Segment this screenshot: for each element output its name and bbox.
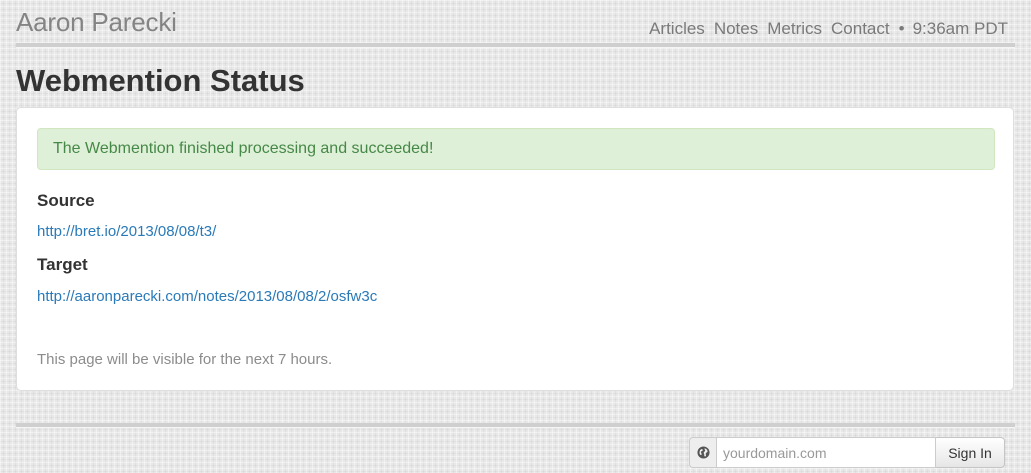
site-title-link[interactable]: Aaron Parecki (16, 7, 177, 38)
target-label: Target (37, 255, 88, 274)
nav-link-notes[interactable]: Notes (714, 19, 758, 39)
local-time: 9:36am PDT (912, 19, 1008, 38)
nav-link-contact[interactable]: Contact (831, 19, 890, 39)
header-divider (16, 43, 1015, 48)
source-url-link[interactable]: http://bret.io/2013/08/08/t3/ (37, 223, 216, 240)
footer-divider (16, 423, 1015, 428)
top-navigation: Articles Notes Metrics Contact • 9:36am … (649, 19, 1008, 39)
globe-icon (689, 437, 716, 468)
nav-link-articles[interactable]: Articles (649, 19, 705, 39)
signin-button[interactable]: Sign In (936, 437, 1005, 468)
success-alert: The Webmention finished processing and s… (37, 128, 995, 170)
status-panel: The Webmention finished processing and s… (16, 107, 1014, 391)
target-url-link[interactable]: http://aaronparecki.com/notes/2013/08/08… (37, 288, 377, 305)
visibility-note: This page will be visible for the next 7… (37, 351, 333, 368)
nav-separator-bullet: • (898, 19, 905, 38)
page-title: Webmention Status (16, 63, 305, 98)
domain-input[interactable] (716, 437, 936, 468)
nav-link-metrics[interactable]: Metrics (767, 19, 822, 39)
signin-form: Sign In (689, 437, 1005, 468)
source-label: Source (37, 191, 95, 210)
